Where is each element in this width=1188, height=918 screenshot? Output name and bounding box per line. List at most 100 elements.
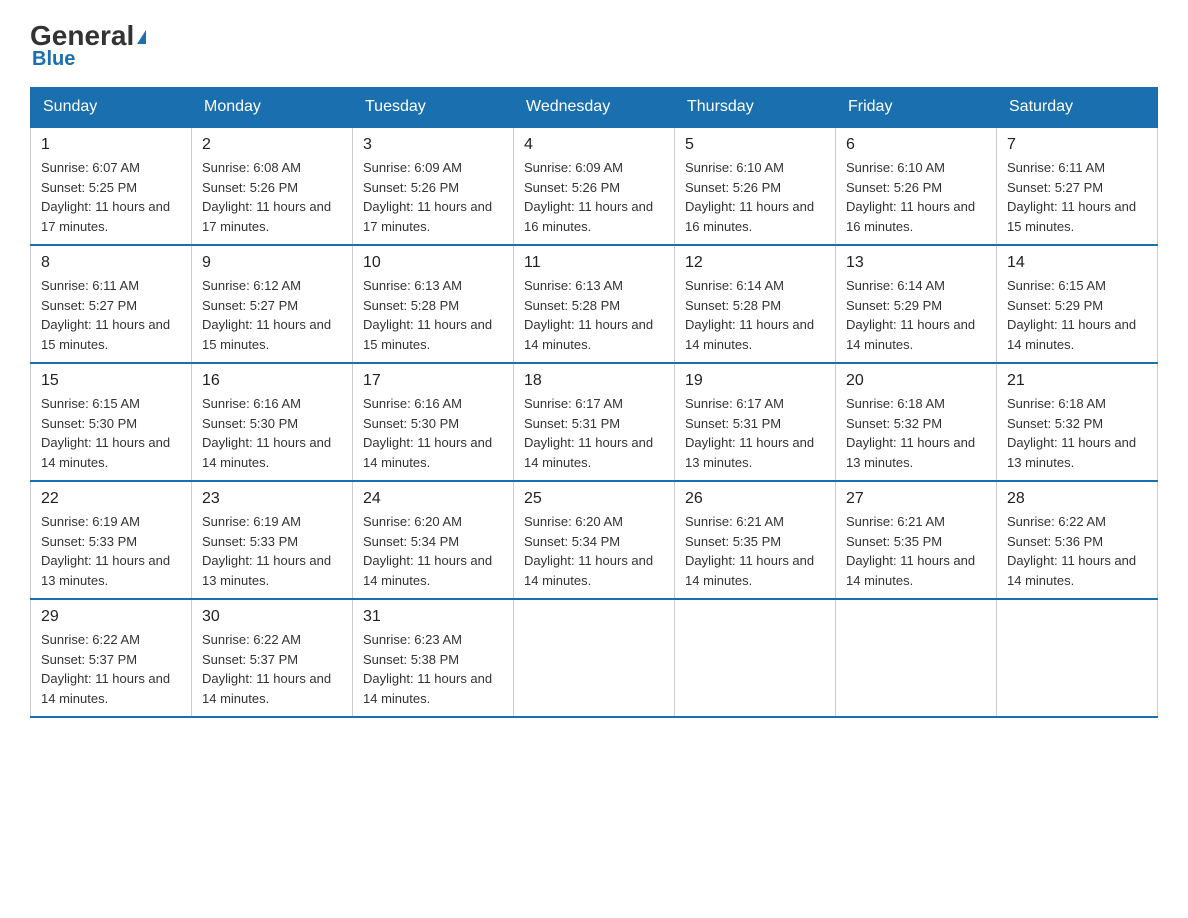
table-row bbox=[675, 599, 836, 717]
day-number: 2 bbox=[202, 136, 342, 154]
logo: General Blue bbox=[30, 20, 146, 71]
day-info: Sunrise: 6:11 AMSunset: 5:27 PMDaylight:… bbox=[41, 276, 181, 354]
day-info: Sunrise: 6:10 AMSunset: 5:26 PMDaylight:… bbox=[685, 158, 825, 236]
day-number: 10 bbox=[363, 254, 503, 272]
day-info: Sunrise: 6:16 AMSunset: 5:30 PMDaylight:… bbox=[363, 394, 503, 472]
day-number: 21 bbox=[1007, 372, 1147, 390]
table-row bbox=[997, 599, 1158, 717]
day-number: 15 bbox=[41, 372, 181, 390]
day-number: 20 bbox=[846, 372, 986, 390]
table-row: 4 Sunrise: 6:09 AMSunset: 5:26 PMDaylight… bbox=[514, 127, 675, 245]
table-row: 13 Sunrise: 6:14 AMSunset: 5:29 PMDayligh… bbox=[836, 245, 997, 363]
calendar-header-row: Sunday Monday Tuesday Wednesday Thursday… bbox=[31, 88, 1158, 128]
header-tuesday: Tuesday bbox=[353, 88, 514, 128]
calendar-week-row: 15Sunrise: 6:15 AMSunset: 5:30 PMDayligh… bbox=[31, 363, 1158, 481]
day-info: Sunrise: 6:20 AMSunset: 5:34 PMDaylight:… bbox=[524, 512, 664, 590]
day-info: Sunrise: 6:22 AMSunset: 5:37 PMDaylight:… bbox=[41, 630, 181, 708]
day-number: 1 bbox=[41, 136, 181, 154]
day-number: 23 bbox=[202, 490, 342, 508]
table-row: 30 Sunrise: 6:22 AMSunset: 5:37 PMDayligh… bbox=[192, 599, 353, 717]
table-row: 9Sunrise: 6:12 AMSunset: 5:27 PMDaylight… bbox=[192, 245, 353, 363]
table-row: 21 Sunrise: 6:18 AMSunset: 5:32 PMDayligh… bbox=[997, 363, 1158, 481]
calendar-table: Sunday Monday Tuesday Wednesday Thursday… bbox=[30, 87, 1158, 718]
day-info: Sunrise: 6:17 AMSunset: 5:31 PMDaylight:… bbox=[685, 394, 825, 472]
day-info: Sunrise: 6:11 AMSunset: 5:27 PMDaylight:… bbox=[1007, 158, 1147, 236]
header-saturday: Saturday bbox=[997, 88, 1158, 128]
header-sunday: Sunday bbox=[31, 88, 192, 128]
table-row: 27 Sunrise: 6:21 AMSunset: 5:35 PMDayligh… bbox=[836, 481, 997, 599]
day-number: 31 bbox=[363, 608, 503, 626]
header-thursday: Thursday bbox=[675, 88, 836, 128]
calendar-week-row: 22 Sunrise: 6:19 AMSunset: 5:33 PMDayligh… bbox=[31, 481, 1158, 599]
table-row: 15Sunrise: 6:15 AMSunset: 5:30 PMDayligh… bbox=[31, 363, 192, 481]
table-row: 11 Sunrise: 6:13 AMSunset: 5:28 PMDayligh… bbox=[514, 245, 675, 363]
day-info: Sunrise: 6:21 AMSunset: 5:35 PMDaylight:… bbox=[685, 512, 825, 590]
day-info: Sunrise: 6:23 AMSunset: 5:38 PMDaylight:… bbox=[363, 630, 503, 708]
day-number: 13 bbox=[846, 254, 986, 272]
logo-blue-text: Blue bbox=[32, 48, 75, 71]
header-monday: Monday bbox=[192, 88, 353, 128]
day-info: Sunrise: 6:18 AMSunset: 5:32 PMDaylight:… bbox=[1007, 394, 1147, 472]
table-row: 8Sunrise: 6:11 AMSunset: 5:27 PMDaylight… bbox=[31, 245, 192, 363]
day-info: Sunrise: 6:21 AMSunset: 5:35 PMDaylight:… bbox=[846, 512, 986, 590]
table-row: 16 Sunrise: 6:16 AMSunset: 5:30 PMDayligh… bbox=[192, 363, 353, 481]
day-number: 14 bbox=[1007, 254, 1147, 272]
table-row: 26 Sunrise: 6:21 AMSunset: 5:35 PMDayligh… bbox=[675, 481, 836, 599]
day-number: 6 bbox=[846, 136, 986, 154]
day-info: Sunrise: 6:14 AMSunset: 5:29 PMDaylight:… bbox=[846, 276, 986, 354]
day-info: Sunrise: 6:18 AMSunset: 5:32 PMDaylight:… bbox=[846, 394, 986, 472]
table-row: 20 Sunrise: 6:18 AMSunset: 5:32 PMDayligh… bbox=[836, 363, 997, 481]
header-wednesday: Wednesday bbox=[514, 88, 675, 128]
day-number: 22 bbox=[41, 490, 181, 508]
table-row: 25 Sunrise: 6:20 AMSunset: 5:34 PMDayligh… bbox=[514, 481, 675, 599]
table-row: 17 Sunrise: 6:16 AMSunset: 5:30 PMDayligh… bbox=[353, 363, 514, 481]
day-info: Sunrise: 6:07 AMSunset: 5:25 PMDaylight:… bbox=[41, 158, 181, 236]
day-info: Sunrise: 6:22 AMSunset: 5:37 PMDaylight:… bbox=[202, 630, 342, 708]
day-number: 17 bbox=[363, 372, 503, 390]
table-row: 24Sunrise: 6:20 AMSunset: 5:34 PMDayligh… bbox=[353, 481, 514, 599]
day-number: 11 bbox=[524, 254, 664, 272]
table-row: 2 Sunrise: 6:08 AMSunset: 5:26 PMDaylight… bbox=[192, 127, 353, 245]
day-info: Sunrise: 6:16 AMSunset: 5:30 PMDaylight:… bbox=[202, 394, 342, 472]
day-number: 9 bbox=[202, 254, 342, 272]
day-info: Sunrise: 6:15 AMSunset: 5:29 PMDaylight:… bbox=[1007, 276, 1147, 354]
table-row: 29 Sunrise: 6:22 AMSunset: 5:37 PMDayligh… bbox=[31, 599, 192, 717]
table-row: 31 Sunrise: 6:23 AMSunset: 5:38 PMDayligh… bbox=[353, 599, 514, 717]
day-info: Sunrise: 6:13 AMSunset: 5:28 PMDaylight:… bbox=[363, 276, 503, 354]
day-number: 12 bbox=[685, 254, 825, 272]
day-number: 5 bbox=[685, 136, 825, 154]
table-row: 19 Sunrise: 6:17 AMSunset: 5:31 PMDayligh… bbox=[675, 363, 836, 481]
day-number: 3 bbox=[363, 136, 503, 154]
table-row: 7 Sunrise: 6:11 AMSunset: 5:27 PMDaylight… bbox=[997, 127, 1158, 245]
calendar-week-row: 8Sunrise: 6:11 AMSunset: 5:27 PMDaylight… bbox=[31, 245, 1158, 363]
day-number: 19 bbox=[685, 372, 825, 390]
day-number: 27 bbox=[846, 490, 986, 508]
day-number: 16 bbox=[202, 372, 342, 390]
day-info: Sunrise: 6:09 AMSunset: 5:26 PMDaylight:… bbox=[524, 158, 664, 236]
table-row: 1 Sunrise: 6:07 AMSunset: 5:25 PMDaylight… bbox=[31, 127, 192, 245]
day-info: Sunrise: 6:17 AMSunset: 5:31 PMDaylight:… bbox=[524, 394, 664, 472]
table-row: 18Sunrise: 6:17 AMSunset: 5:31 PMDayligh… bbox=[514, 363, 675, 481]
table-row: 3 Sunrise: 6:09 AMSunset: 5:26 PMDaylight… bbox=[353, 127, 514, 245]
day-number: 26 bbox=[685, 490, 825, 508]
table-row bbox=[514, 599, 675, 717]
calendar-week-row: 29 Sunrise: 6:22 AMSunset: 5:37 PMDayligh… bbox=[31, 599, 1158, 717]
table-row: 22 Sunrise: 6:19 AMSunset: 5:33 PMDayligh… bbox=[31, 481, 192, 599]
day-number: 29 bbox=[41, 608, 181, 626]
day-number: 7 bbox=[1007, 136, 1147, 154]
day-info: Sunrise: 6:10 AMSunset: 5:26 PMDaylight:… bbox=[846, 158, 986, 236]
table-row: 5 Sunrise: 6:10 AMSunset: 5:26 PMDaylight… bbox=[675, 127, 836, 245]
day-info: Sunrise: 6:09 AMSunset: 5:26 PMDaylight:… bbox=[363, 158, 503, 236]
table-row: 10 Sunrise: 6:13 AMSunset: 5:28 PMDayligh… bbox=[353, 245, 514, 363]
day-info: Sunrise: 6:19 AMSunset: 5:33 PMDaylight:… bbox=[41, 512, 181, 590]
day-info: Sunrise: 6:22 AMSunset: 5:36 PMDaylight:… bbox=[1007, 512, 1147, 590]
day-number: 30 bbox=[202, 608, 342, 626]
day-info: Sunrise: 6:13 AMSunset: 5:28 PMDaylight:… bbox=[524, 276, 664, 354]
logo-triangle-icon bbox=[137, 30, 146, 44]
table-row: 12Sunrise: 6:14 AMSunset: 5:28 PMDayligh… bbox=[675, 245, 836, 363]
day-number: 25 bbox=[524, 490, 664, 508]
day-number: 4 bbox=[524, 136, 664, 154]
header-friday: Friday bbox=[836, 88, 997, 128]
day-number: 28 bbox=[1007, 490, 1147, 508]
day-info: Sunrise: 6:08 AMSunset: 5:26 PMDaylight:… bbox=[202, 158, 342, 236]
